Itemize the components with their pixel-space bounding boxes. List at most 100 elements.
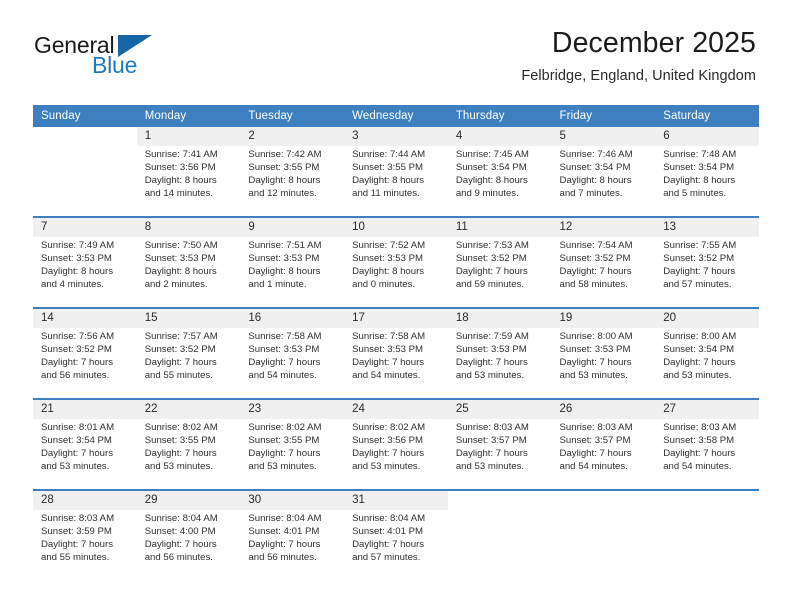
calendar-day-cell[interactable]: 5 Sunrise: 7:46 AM Sunset: 3:54 PM Daylight… [551,127,656,217]
calendar-day-cell[interactable]: 27 Sunrise: 8:03 AM Sunset: 3:58 PM Dayligh… [655,398,759,490]
general-blue-logo[interactable]: General Blue [34,32,184,78]
calendar-day-cell[interactable]: 11 Sunrise: 7:53 AM Sunset: 3:52 PM Dayligh… [447,216,552,308]
day-detail-line: Sunset: 3:53 PM [455,343,527,355]
calendar-week-row: 14 Sunrise: 7:56 AM Sunset: 3:52 PM Dayligh… [33,307,759,399]
calendar-day-cell[interactable]: 21 Sunrise: 8:01 AM Sunset: 3:54 PM Dayligh… [33,398,137,490]
day-detail-line: Daylight: 7 hours [144,538,217,550]
day-detail-line: Sunrise: 7:42 AM [248,149,322,160]
day-sun-details: Sunrise: 8:02 AM Sunset: 3:56 PM Daylight:… [344,419,448,474]
day-detail-line: Sunrise: 8:04 AM [352,513,426,524]
calendar-day-cell[interactable]: 3 Sunrise: 7:44 AM Sunset: 3:55 PM Daylight… [344,127,448,217]
day-number: 13 [655,218,759,237]
calendar-day-cell[interactable]: 18 Sunrise: 7:59 AM Sunset: 3:53 PM Dayligh… [447,307,552,399]
calendar-day-cell[interactable]: 9 Sunrise: 7:51 AM Sunset: 3:53 PM Daylight… [240,216,345,308]
day-detail-line: Sunrise: 7:57 AM [144,331,218,342]
calendar-day-cell[interactable]: 16 Sunrise: 7:58 AM Sunset: 3:53 PM Dayligh… [240,307,345,399]
day-cell-inner: 21 Sunrise: 8:01 AM Sunset: 3:54 PM Dayligh… [33,400,137,489]
day-number: 12 [551,218,656,237]
day-detail-line: Daylight: 7 hours [559,356,632,368]
calendar-day-cell[interactable]: 8 Sunrise: 7:50 AM Sunset: 3:53 PM Daylight… [136,216,241,308]
calendar-day-cell[interactable]: 28 Sunrise: 8:03 AM Sunset: 3:59 PM Dayligh… [33,489,137,580]
day-detail-line: Sunset: 3:54 PM [559,161,631,173]
calendar-day-cell[interactable]: 24 Sunrise: 8:02 AM Sunset: 3:56 PM Dayligh… [344,398,448,490]
day-cell-inner: 22 Sunrise: 8:02 AM Sunset: 3:55 PM Dayligh… [136,400,241,489]
day-number: 9 [240,218,345,237]
calendar-day-cell[interactable]: 14 Sunrise: 7:56 AM Sunset: 3:52 PM Dayligh… [33,307,137,399]
weekday-header-friday: Friday [551,105,656,127]
calendar-day-cell[interactable]: 6 Sunrise: 7:48 AM Sunset: 3:54 PM Daylight… [655,127,759,217]
day-sun-details: Sunrise: 8:04 AM Sunset: 4:00 PM Daylight:… [137,510,241,565]
day-detail-line: Daylight: 8 hours [663,174,736,186]
day-number: 20 [655,309,759,328]
day-number [551,491,656,510]
calendar-day-cell[interactable]: 2 Sunrise: 7:42 AM Sunset: 3:55 PM Daylight… [240,127,345,217]
calendar-week-row: 28 Sunrise: 8:03 AM Sunset: 3:59 PM Dayligh… [33,489,759,580]
day-number: 31 [344,491,448,510]
day-detail-line: Daylight: 8 hours [41,265,113,277]
calendar-day-cell[interactable]: 25 Sunrise: 8:03 AM Sunset: 3:57 PM Dayligh… [447,398,552,490]
day-sun-details: Sunrise: 7:42 AM Sunset: 3:55 PM Daylight:… [240,146,344,201]
calendar-day-cell[interactable]: 30 Sunrise: 8:04 AM Sunset: 4:01 PM Dayligh… [240,489,345,580]
day-number: 14 [33,309,137,328]
logo-text-blue: Blue [92,52,138,78]
day-detail-line: Sunset: 3:52 PM [455,252,527,264]
day-detail-line: and 4 minutes. [41,278,104,290]
calendar-day-cell[interactable]: 26 Sunrise: 8:03 AM Sunset: 3:57 PM Dayligh… [551,398,656,490]
day-detail-line: and 54 minutes. [663,460,732,472]
calendar-day-cell[interactable]: 20 Sunrise: 8:00 AM Sunset: 3:54 PM Dayligh… [655,307,759,399]
day-detail-line: and 1 minute. [248,278,307,290]
day-sun-details: Sunrise: 7:46 AM Sunset: 3:54 PM Daylight:… [552,146,656,201]
calendar-day-cell[interactable]: 10 Sunrise: 7:52 AM Sunset: 3:53 PM Dayligh… [344,216,448,308]
day-detail-line: Sunrise: 8:02 AM [352,422,426,433]
day-sun-details: Sunrise: 7:54 AM Sunset: 3:52 PM Daylight:… [552,237,656,292]
day-detail-line: Sunset: 3:54 PM [663,343,735,355]
calendar-day-cell[interactable]: 22 Sunrise: 8:02 AM Sunset: 3:55 PM Dayligh… [136,398,241,490]
calendar-day-cell[interactable]: 23 Sunrise: 8:02 AM Sunset: 3:55 PM Dayligh… [240,398,345,490]
day-detail-line: Sunset: 3:53 PM [248,343,320,355]
day-detail-line: and 56 minutes. [248,551,317,563]
day-detail-line: and 11 minutes. [352,187,420,199]
day-detail-line: Daylight: 7 hours [352,447,425,459]
weekday-header-tuesday: Tuesday [240,105,345,127]
day-sun-details: Sunrise: 8:00 AM Sunset: 3:54 PM Daylight:… [655,328,759,383]
calendar-day-cell[interactable]: 4 Sunrise: 7:45 AM Sunset: 3:54 PM Daylight… [447,127,552,217]
day-detail-line: Sunset: 3:52 PM [41,343,112,355]
day-detail-line: Sunset: 3:55 PM [248,434,320,446]
day-number: 18 [447,309,552,328]
day-cell-inner: 17 Sunrise: 7:58 AM Sunset: 3:53 PM Dayligh… [344,309,448,398]
day-detail-line: Daylight: 8 hours [248,174,321,186]
day-cell-inner: 29 Sunrise: 8:04 AM Sunset: 4:00 PM Dayligh… [136,491,241,580]
day-detail-line: Sunrise: 7:56 AM [41,331,115,342]
day-detail-line: and 53 minutes. [559,369,628,381]
calendar-day-cell[interactable]: 1 Sunrise: 7:41 AM Sunset: 3:56 PM Daylight… [136,127,241,217]
calendar-day-cell[interactable]: 17 Sunrise: 7:58 AM Sunset: 3:53 PM Dayligh… [344,307,448,399]
day-sun-details: Sunrise: 7:41 AM Sunset: 3:56 PM Daylight:… [137,146,241,201]
calendar-day-cell[interactable]: 31 Sunrise: 8:04 AM Sunset: 4:01 PM Dayligh… [344,489,448,580]
calendar-day-cell[interactable]: 12 Sunrise: 7:54 AM Sunset: 3:52 PM Dayligh… [551,216,656,308]
day-detail-line: Sunrise: 8:03 AM [455,422,529,433]
day-cell-inner: 23 Sunrise: 8:02 AM Sunset: 3:55 PM Dayligh… [240,400,345,489]
day-detail-line: Daylight: 7 hours [559,265,632,277]
day-detail-line: Sunset: 3:52 PM [144,343,216,355]
day-detail-line: Sunrise: 7:51 AM [248,240,322,251]
day-cell-inner [33,127,137,216]
day-cell-inner [551,491,656,580]
day-sun-details: Sunrise: 7:57 AM Sunset: 3:52 PM Daylight:… [137,328,241,383]
calendar-day-cell[interactable]: 13 Sunrise: 7:55 AM Sunset: 3:52 PM Dayligh… [655,216,759,308]
day-detail-line: Daylight: 8 hours [248,265,321,277]
day-detail-line: Daylight: 7 hours [352,356,425,368]
calendar-day-cell[interactable]: 15 Sunrise: 7:57 AM Sunset: 3:52 PM Dayligh… [136,307,241,399]
day-detail-line: Sunrise: 7:41 AM [144,149,218,160]
calendar-day-cell[interactable]: 29 Sunrise: 8:04 AM Sunset: 4:00 PM Dayligh… [136,489,241,580]
day-cell-inner: 26 Sunrise: 8:03 AM Sunset: 3:57 PM Dayligh… [551,400,656,489]
day-detail-line: and 12 minutes. [248,187,317,199]
day-detail-line: Sunrise: 7:59 AM [455,331,529,342]
day-detail-line: Sunset: 3:53 PM [41,252,112,264]
day-cell-inner [447,491,552,580]
day-detail-line: Sunrise: 7:52 AM [352,240,426,251]
day-detail-line: Sunrise: 7:55 AM [663,240,737,251]
day-detail-line: and 14 minutes. [144,187,213,199]
calendar-day-cell[interactable]: 7 Sunrise: 7:49 AM Sunset: 3:53 PM Daylight… [33,216,137,308]
calendar-day-cell[interactable]: 19 Sunrise: 8:00 AM Sunset: 3:53 PM Dayligh… [551,307,656,399]
day-sun-details: Sunrise: 8:04 AM Sunset: 4:01 PM Daylight:… [240,510,344,565]
